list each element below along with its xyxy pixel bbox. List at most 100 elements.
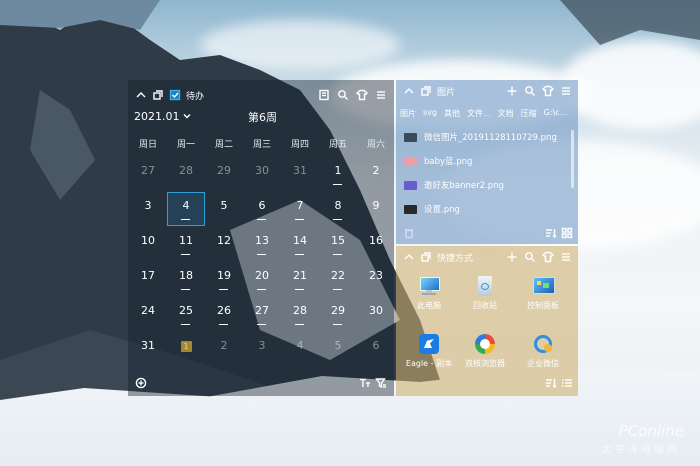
calendar-day[interactable]: 24 (130, 298, 166, 330)
calendar-day[interactable]: 30 (244, 158, 280, 190)
weekday-label: 周日 (138, 140, 157, 150)
shortcut-item[interactable]: 双核浏览器 (456, 334, 514, 369)
file-item[interactable]: 邀好友banner2.png (404, 178, 504, 192)
calendar-day[interactable]: 7 (282, 193, 318, 225)
search-icon[interactable] (336, 88, 350, 102)
calendar-day[interactable]: 22 (320, 263, 356, 295)
calendar-day[interactable]: 29 (206, 158, 242, 190)
calendar-day[interactable]: 16 (358, 228, 394, 260)
calendar-day[interactable]: 12 (206, 228, 242, 260)
trash-icon[interactable] (402, 226, 416, 240)
calendar-day[interactable]: 5 (320, 333, 356, 365)
window-copy-icon[interactable] (419, 250, 433, 264)
scrollbar[interactable] (571, 130, 574, 188)
sort-icon[interactable] (544, 376, 558, 390)
calendar-day[interactable]: 17 (130, 263, 166, 295)
calendar-day[interactable]: 11 (168, 228, 204, 260)
calendar-day[interactable]: 1 (168, 333, 204, 365)
calendar-day[interactable]: 29 (320, 298, 356, 330)
watermark-subtitle: 太平洋电脑网 (602, 445, 680, 456)
tab-file-type[interactable]: 文档 (498, 108, 514, 120)
calendar-day[interactable]: 23 (358, 263, 394, 295)
month-selector[interactable]: 2021.01 (134, 109, 194, 123)
search-icon[interactable] (523, 250, 537, 264)
calendar-day[interactable]: 20 (244, 263, 280, 295)
calendar-day-selected[interactable]: 4 (167, 192, 205, 226)
file-item[interactable]: 微信图片_20191128110729.png (404, 130, 557, 144)
calendar-day[interactable]: 18 (168, 263, 204, 295)
calendar-day[interactable]: 9 (358, 193, 394, 225)
menu-icon[interactable] (374, 88, 388, 102)
shortcut-item[interactable]: 企业微信 (514, 334, 572, 369)
add-todo-icon[interactable] (134, 376, 148, 390)
calendar-day[interactable]: 31 (130, 333, 166, 365)
window-copy-icon[interactable] (151, 88, 165, 102)
calendar-day[interactable]: 25 (168, 298, 204, 330)
calendar-day[interactable]: 8 (320, 193, 356, 225)
add-icon[interactable] (505, 84, 519, 98)
collapse-chevron-icon[interactable] (402, 250, 416, 264)
note-icon[interactable] (317, 88, 331, 102)
calendar-day[interactable]: 30 (358, 298, 394, 330)
calendar-day[interactable]: 3 (130, 193, 166, 225)
calendar-day[interactable]: 4 (282, 333, 318, 365)
calendar-day[interactable]: 13 (244, 228, 280, 260)
calendar-day[interactable]: 28 (282, 298, 318, 330)
calendar-day[interactable]: 2 (358, 158, 394, 190)
calendar-day[interactable]: 2 (206, 333, 242, 365)
calendar-day[interactable]: 31 (282, 158, 318, 190)
watermark-logo: PConline (618, 422, 684, 440)
file-item[interactable]: baby蓝.png (404, 154, 472, 168)
day-number: 24 (141, 304, 155, 317)
search-icon[interactable] (523, 84, 537, 98)
shirt-icon[interactable] (541, 84, 555, 98)
list-view-icon[interactable] (560, 376, 574, 390)
day-number: 2 (372, 164, 380, 177)
calendar-day[interactable]: 14 (282, 228, 318, 260)
calendar-day[interactable]: 21 (282, 263, 318, 295)
file-item[interactable]: 设置.png (404, 202, 460, 216)
grid-view-icon[interactable] (560, 226, 574, 240)
todo-indicator (333, 218, 342, 220)
collapse-chevron-icon[interactable] (402, 84, 416, 98)
calendar-day[interactable]: 19 (206, 263, 242, 295)
tab-file-type[interactable]: 其他 (444, 108, 460, 120)
tab-file-type[interactable]: 图片 (400, 108, 416, 120)
collapse-chevron-icon[interactable] (134, 88, 148, 102)
tab-file-type[interactable]: G:\c... (544, 108, 568, 120)
day-number: 6 (258, 199, 266, 212)
day-number: 14 (293, 234, 307, 247)
calendar-day[interactable]: 5 (206, 193, 242, 225)
calendar-day[interactable]: 1 (320, 158, 356, 190)
shortcut-item[interactable]: 此电脑 (400, 276, 458, 311)
calendar-day[interactable]: 10 (130, 228, 166, 260)
day-number: 29 (217, 164, 231, 177)
sort-icon[interactable] (544, 226, 558, 240)
filter-icon[interactable] (374, 376, 388, 390)
calendar-day[interactable]: 6 (358, 333, 394, 365)
add-icon[interactable] (505, 250, 519, 264)
shortcut-label: Eagle - 副本 (405, 359, 453, 368)
calendar-day[interactable]: 27 (244, 298, 280, 330)
weekday-label: 周三 (252, 140, 271, 150)
calendar-day[interactable]: 3 (244, 333, 280, 365)
day-number: 4 (296, 339, 304, 352)
menu-icon[interactable] (559, 250, 573, 264)
calendar-day[interactable]: 27 (130, 158, 166, 190)
calendar-day[interactable]: 15 (320, 228, 356, 260)
shortcut-item[interactable]: Eagle - 副本 (398, 334, 460, 369)
window-copy-icon[interactable] (419, 84, 433, 98)
calendar-day[interactable]: 6 (244, 193, 280, 225)
shortcut-item[interactable]: 控制面板 (514, 276, 572, 311)
shirt-icon[interactable] (541, 250, 555, 264)
tab-file-type[interactable]: svg (423, 108, 437, 120)
shirt-icon[interactable] (355, 88, 369, 102)
tab-file-type[interactable]: 压缩 (521, 108, 537, 120)
menu-icon[interactable] (559, 84, 573, 98)
shortcut-item[interactable]: 回收站 (456, 276, 514, 311)
calendar-day[interactable]: 28 (168, 158, 204, 190)
tab-file-type[interactable]: 文件... (467, 108, 491, 120)
control-panel-icon (532, 276, 555, 296)
calendar-day[interactable]: 26 (206, 298, 242, 330)
text-size-icon[interactable] (358, 376, 372, 390)
